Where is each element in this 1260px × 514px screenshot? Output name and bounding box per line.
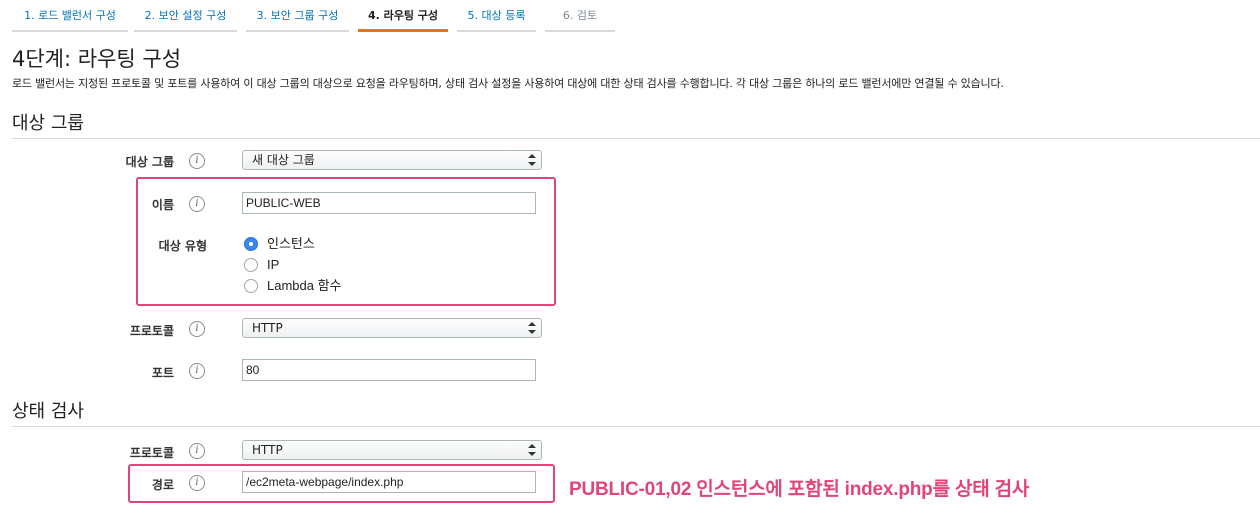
target-group-select[interactable]: 새 대상 그룹 [242, 150, 542, 170]
path-label: 경로 [151, 478, 174, 492]
tab-register-targets[interactable]: 5. 대상 등록 [457, 0, 536, 32]
target-group-select-value: 새 대상 그룹 [252, 153, 315, 167]
info-icon[interactable]: i [189, 153, 205, 169]
path-input[interactable]: /ec2meta-webpage/index.php [242, 471, 536, 493]
tab-configure-routing[interactable]: 4. 라우팅 구성 [358, 0, 448, 32]
target-type-label: 대상 유형 [158, 239, 207, 253]
name-input[interactable]: PUBLIC-WEB [242, 192, 536, 214]
port-input[interactable]: 80 [242, 359, 536, 381]
select-arrows-icon [528, 322, 536, 334]
wizard-tabs: 1. 로드 밸런서 구성 2. 보안 설정 구성 3. 보안 그룹 구성 4. … [0, 0, 1260, 32]
target-group-label: 대상 그룹 [125, 155, 174, 169]
annotation-text: PUBLIC-01,02 인스턴스에 포함된 index.php를 상태 검사 [569, 479, 1030, 500]
tab-configure-security-settings[interactable]: 2. 보안 설정 구성 [134, 0, 237, 32]
protocol-label: 프로토콜 [129, 324, 174, 338]
tab-review: 6. 검토 [545, 0, 615, 32]
health-check-section-title: 상태 검사 [12, 401, 84, 422]
health-check-protocol-select[interactable]: HTTP [242, 440, 542, 460]
page-description: 로드 밸런서는 지정된 프로토콜 및 포트를 사용하여 이 대상 그룹의 대상으… [12, 77, 1004, 90]
section-divider [12, 426, 1260, 427]
select-arrows-icon [528, 154, 536, 166]
port-label: 포트 [151, 366, 174, 380]
radio-label-ip: IP [267, 257, 280, 272]
tab-configure-load-balancer[interactable]: 1. 로드 밸런서 구성 [12, 0, 128, 32]
select-arrows-icon [528, 444, 536, 456]
target-group-section-title: 대상 그룹 [12, 113, 84, 134]
health-check-protocol-label: 프로토콜 [129, 446, 174, 460]
protocol-select-value: HTTP [252, 321, 283, 335]
info-icon[interactable]: i [189, 196, 205, 212]
info-icon[interactable]: i [189, 443, 205, 459]
radio-label-instance: 인스턴스 [267, 236, 315, 251]
radio-label-lambda: Lambda 함수 [267, 278, 342, 293]
health-check-protocol-value: HTTP [252, 443, 283, 457]
radio-unchecked-icon[interactable] [244, 279, 258, 293]
name-label: 이름 [151, 198, 174, 212]
page-title: 4단계: 라우팅 구성 [12, 47, 182, 71]
radio-checked-icon[interactable] [244, 237, 258, 251]
tab-configure-security-groups[interactable]: 3. 보안 그룹 구성 [246, 0, 349, 32]
protocol-select[interactable]: HTTP [242, 318, 542, 338]
section-divider [12, 138, 1260, 139]
info-icon[interactable]: i [189, 321, 205, 337]
info-icon[interactable]: i [189, 363, 205, 379]
radio-unchecked-icon[interactable] [244, 258, 258, 272]
info-icon[interactable]: i [189, 475, 205, 491]
